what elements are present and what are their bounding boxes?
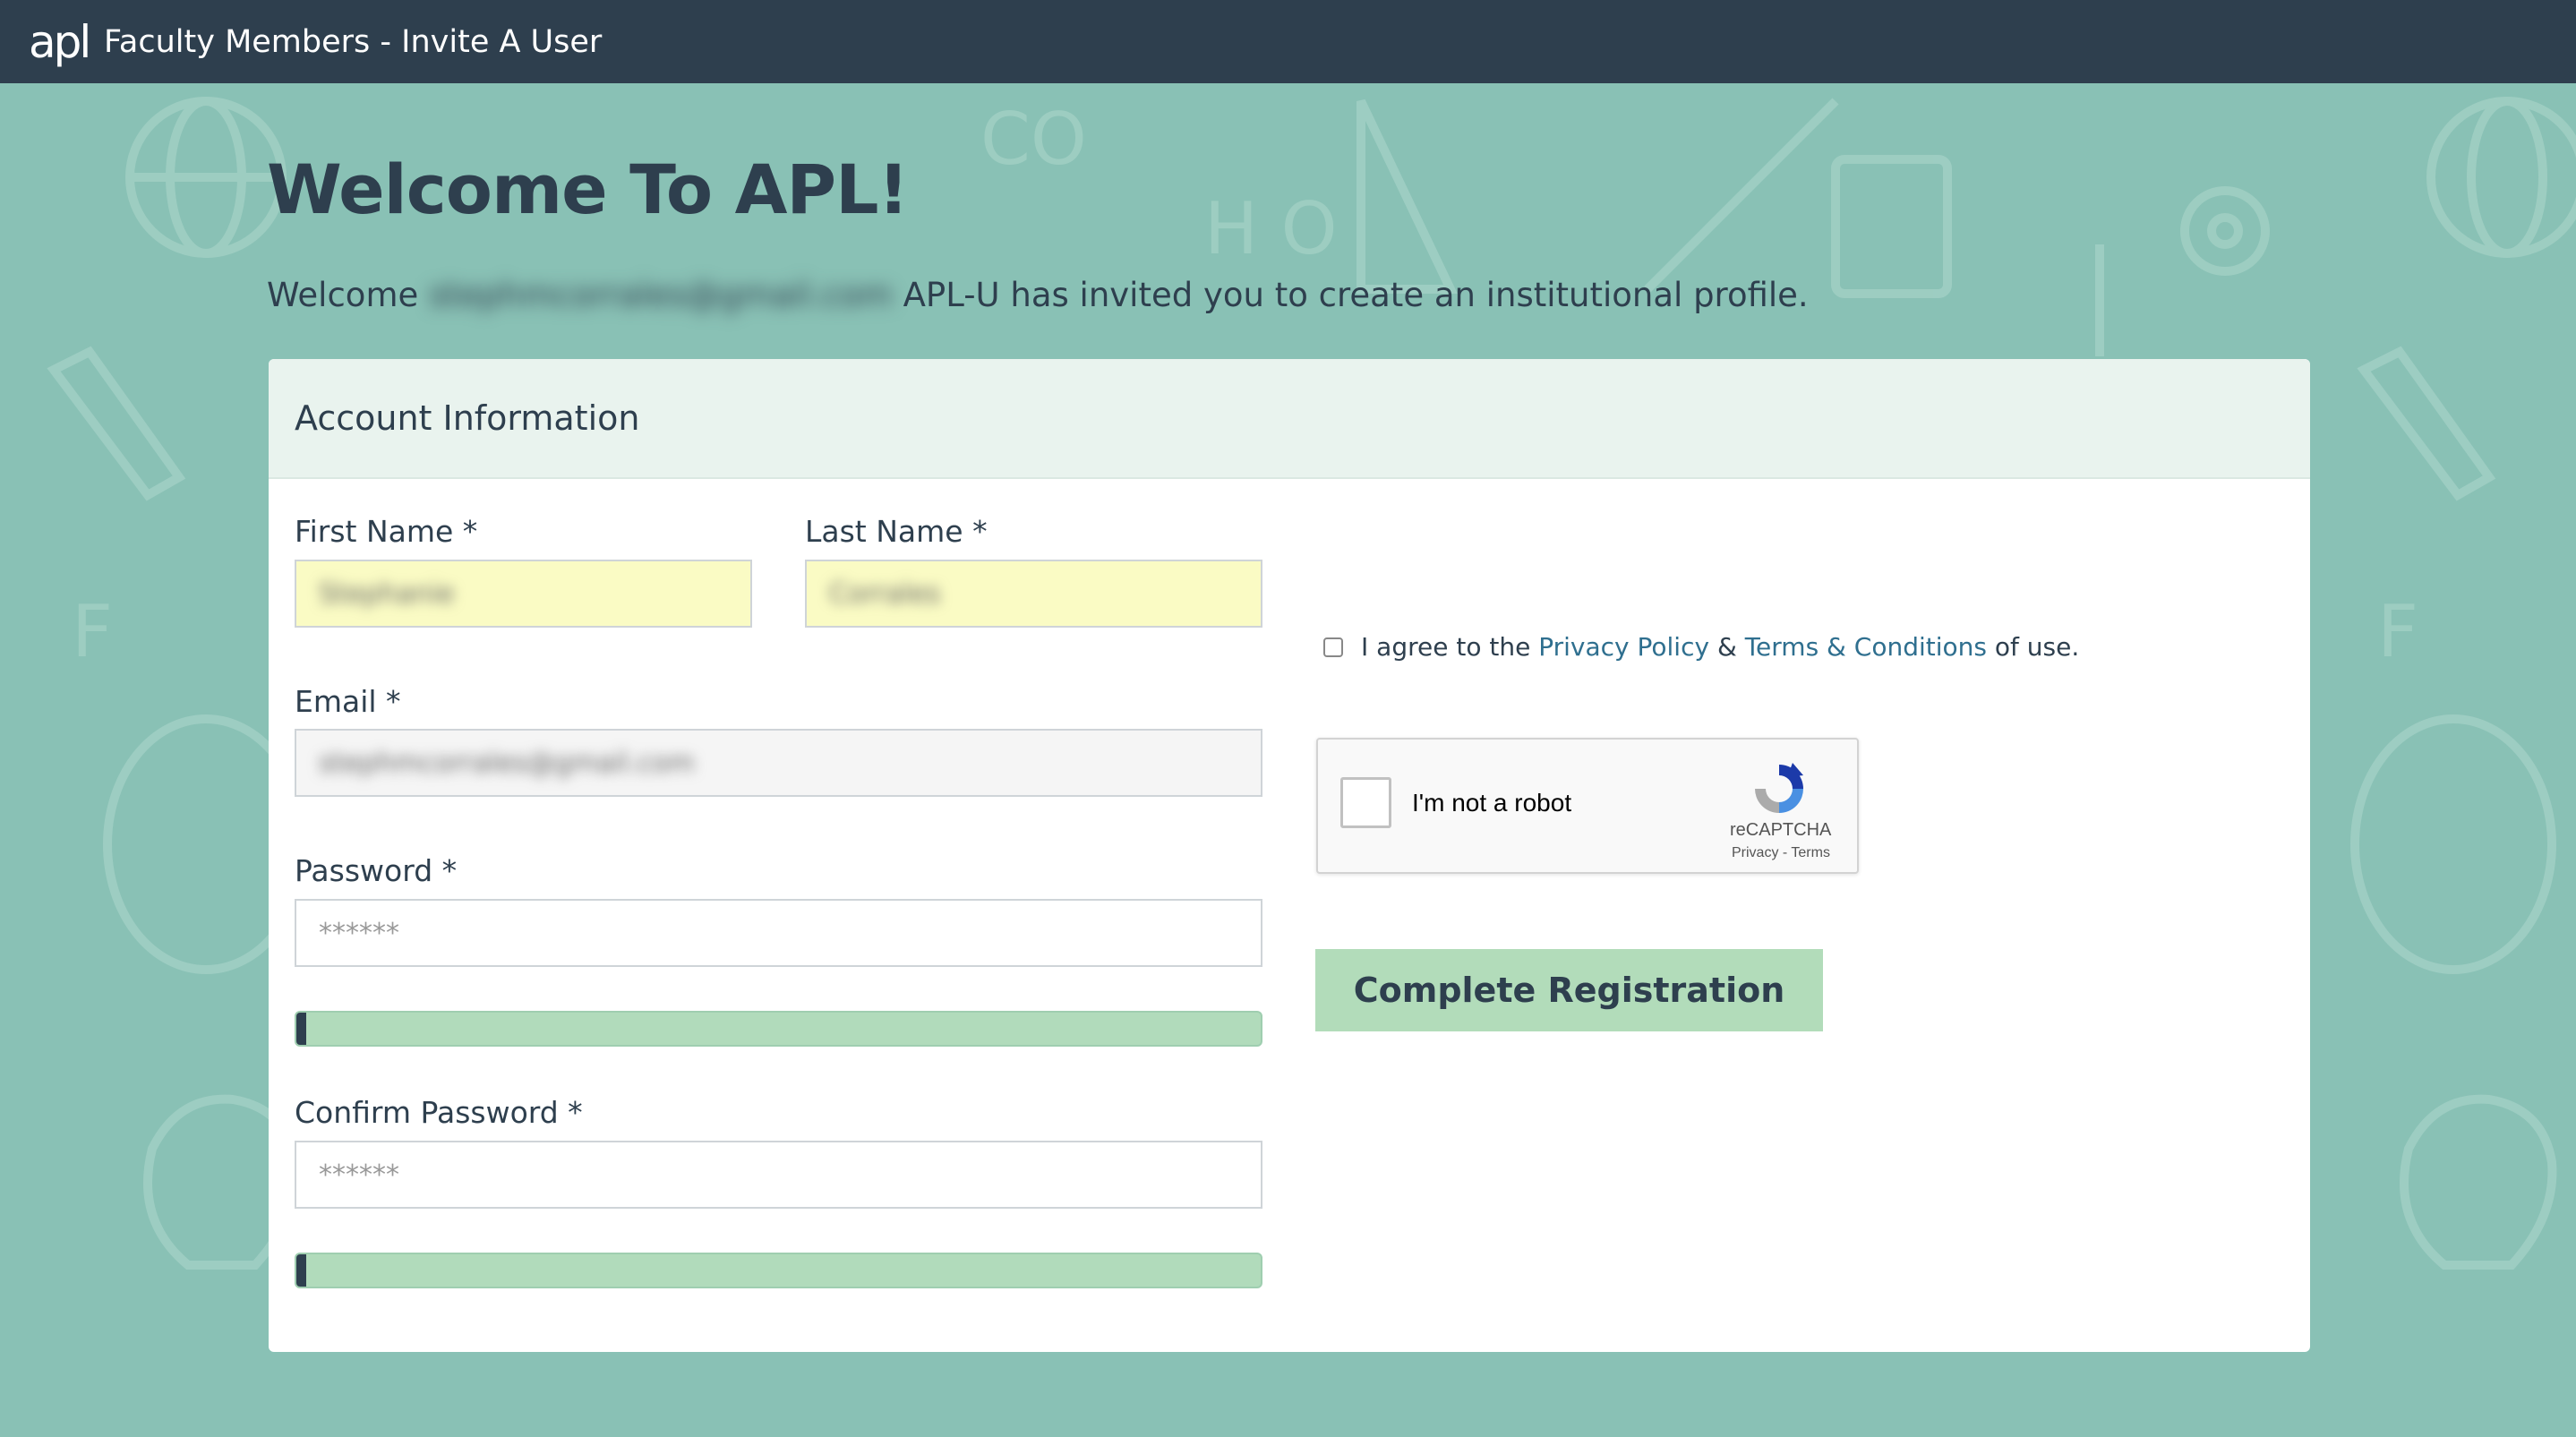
first-name-label: First Name * [295,514,478,549]
first-name-value: Stephanie [319,577,455,610]
top-navigation-bar: apl Faculty Members - Invite A User [0,0,2576,83]
recaptcha-checkbox[interactable] [1340,777,1391,828]
recaptcha-brand: reCAPTCHA [1730,820,1832,840]
card-header: Account Information [269,359,2310,479]
agree-ampersand: & [1716,632,1737,662]
recaptcha-widget: I'm not a robot reCAPTCHA Privacy - Term… [1316,738,1859,874]
password-strength-fill [296,1013,306,1045]
welcome-suffix: APL-U has invited you to create an insti… [903,276,1809,314]
page-title: Faculty Members - Invite A User [104,23,603,60]
last-name-label: Last Name * [805,514,988,549]
welcome-prefix: Welcome [267,276,419,314]
agree-suffix: of use. [1994,632,2080,662]
confirm-password-strength-meter [295,1253,1262,1288]
email-input[interactable]: stephmcorrales@gmail.com [295,729,1262,797]
recaptcha-label: I'm not a robot [1412,789,1572,817]
last-name-value: Corrales [829,577,941,610]
complete-registration-button[interactable]: Complete Registration [1315,949,1823,1031]
agree-prefix: I agree to the [1361,632,1531,662]
welcome-heading: Welcome To APL! [267,150,909,229]
password-placeholder: ****** [319,917,399,949]
welcome-email: stephmcorrales@gmail.com [429,276,893,314]
confirm-password-input[interactable]: ****** [295,1141,1262,1209]
password-strength-meter [295,1011,1262,1047]
last-name-input[interactable]: Corrales [805,560,1262,628]
terms-agreement: I agree to the Privacy Policy & Terms & … [1323,632,2079,662]
main-content: Welcome To APL! Welcome stephmcorrales@g… [0,83,2576,1437]
apl-logo[interactable]: apl [29,15,91,69]
account-information-card: Account Information First Name * Stephan… [269,359,2310,1352]
card-header-title: Account Information [295,398,640,438]
privacy-policy-link[interactable]: Privacy Policy [1538,632,1709,662]
confirm-password-placeholder: ****** [319,1159,399,1191]
confirm-password-strength-fill [296,1254,306,1287]
password-label: Password * [295,853,458,888]
recaptcha-links[interactable]: Privacy - Terms [1732,845,1830,861]
confirm-password-label: Confirm Password * [295,1095,583,1130]
email-label: Email * [295,684,401,719]
agree-checkbox[interactable] [1323,637,1343,657]
terms-conditions-link[interactable]: Terms & Conditions [1745,632,1987,662]
email-value: stephmcorrales@gmail.com [319,747,695,779]
recaptcha-logo-icon [1755,763,1803,813]
password-input[interactable]: ****** [295,899,1262,967]
first-name-input[interactable]: Stephanie [295,560,752,628]
welcome-message: Welcome stephmcorrales@gmail.com APL-U h… [267,276,1809,314]
